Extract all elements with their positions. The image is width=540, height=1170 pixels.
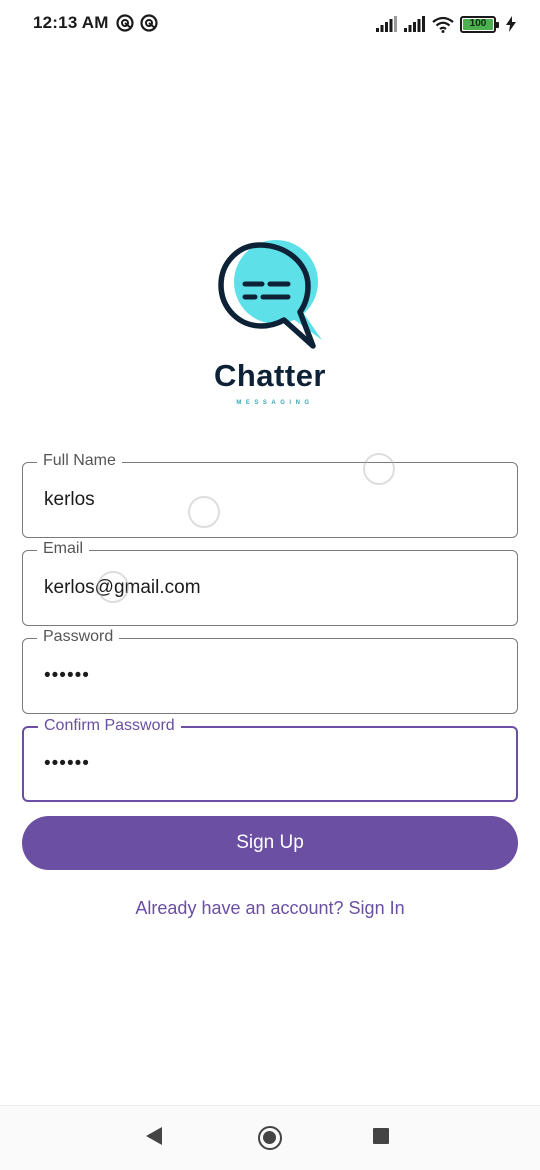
signal-icon (404, 16, 425, 32)
touch-indicator (97, 571, 129, 603)
confirm-password-field[interactable]: Confirm Password •••••• (22, 716, 518, 802)
battery-icon: 100 (460, 15, 499, 33)
notification-icon (116, 14, 134, 32)
full-name-field[interactable]: Full Name kerlos (22, 451, 518, 538)
wifi-icon (432, 16, 454, 33)
home-icon[interactable] (258, 1126, 282, 1150)
navigation-bar (0, 1105, 540, 1170)
sign-in-link[interactable]: Already have an account? Sign In (0, 898, 540, 919)
status-bar: 12:13 AM 100 (0, 0, 540, 48)
confirm-password-label: Confirm Password (38, 716, 181, 736)
full-name-label: Full Name (37, 451, 122, 471)
password-field[interactable]: Password •••••• (22, 627, 518, 714)
notification-icon (140, 14, 158, 32)
touch-indicator (363, 453, 395, 485)
sign-up-button[interactable]: Sign Up (22, 816, 518, 870)
signal-icon (376, 16, 397, 32)
password-label: Password (37, 627, 120, 647)
touch-indicator (188, 496, 220, 528)
back-icon[interactable] (146, 1127, 162, 1145)
app-logo: Chatter MESSAGING (200, 238, 340, 413)
charging-icon (506, 16, 516, 32)
confirm-password-value: •••••• (44, 753, 90, 774)
status-time: 12:13 AM (33, 13, 109, 32)
status-icons: 100 (376, 14, 516, 34)
battery-level: 100 (463, 18, 493, 30)
logo-tagline: MESSAGING (236, 400, 314, 406)
chat-bubble-icon (218, 240, 322, 349)
email-label: Email (37, 539, 90, 559)
password-value: •••••• (44, 665, 90, 686)
recents-icon[interactable] (373, 1128, 389, 1144)
logo-name: Chatter (213, 358, 326, 393)
full-name-value: kerlos (44, 489, 95, 510)
